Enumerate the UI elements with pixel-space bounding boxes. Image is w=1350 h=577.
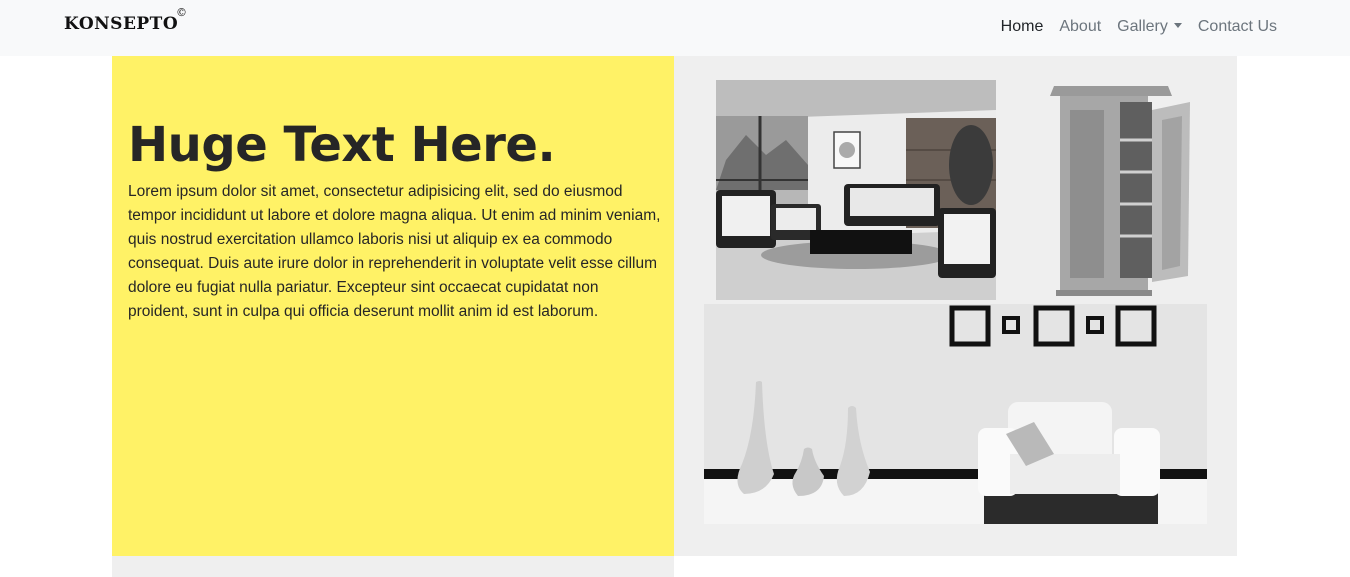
wardrobe-photo (1040, 80, 1200, 300)
navbar: KONSEPTO © Home About Gallery Contact Us (0, 0, 1350, 56)
chevron-down-icon (1173, 23, 1182, 28)
nav-gallery-label: Gallery (1117, 18, 1168, 35)
nav-home-link[interactable]: Home (1001, 18, 1044, 36)
hero-headline: Huge Text Here. (128, 117, 556, 173)
next-section-strip (112, 556, 674, 577)
nav-contact-link[interactable]: Contact Us (1198, 18, 1277, 36)
hero-body-text: Lorem ipsum dolor sit amet, consectetur … (128, 183, 661, 320)
living-room-photo (716, 80, 996, 300)
white-armchair-vases-photo (704, 304, 1207, 524)
nav-gallery-dropdown[interactable]: Gallery (1117, 18, 1182, 36)
brand-logo[interactable]: KONSEPTO © (64, 6, 187, 34)
brand-name: KONSEPTO (64, 14, 179, 34)
nav-about-link[interactable]: About (1059, 18, 1101, 36)
main-nav: Home About Gallery Contact Us (1001, 18, 1277, 36)
brand-copyright-mark: © (176, 6, 188, 19)
